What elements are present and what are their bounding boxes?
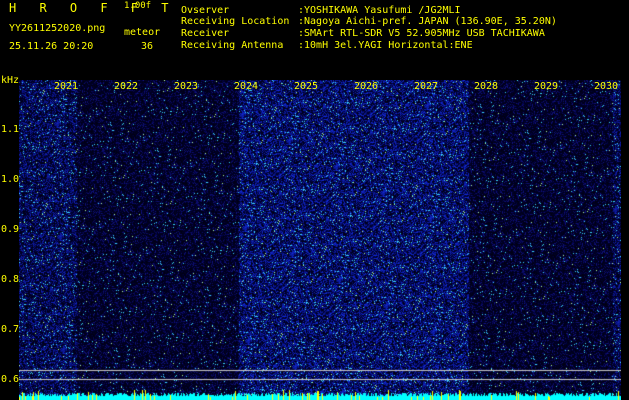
info-location: Receiving Location:Nagoya Aichi-pref. JA… (181, 16, 557, 27)
time-tick-label: 2025 (294, 81, 319, 92)
mode-label: meteor (124, 27, 161, 38)
y-tick-label: 0.9 (1, 224, 20, 235)
frequency-unit-label: kHz (1, 75, 20, 86)
time-tick-label: 2021 (54, 81, 79, 92)
y-tick-label: 0.8 (1, 274, 20, 285)
y-tick-label: 1.1 (1, 124, 20, 135)
datetime-label: 25.11.26 20:20 (9, 41, 94, 52)
info-observer: Ovserver:YOSHIKAWA Yasufumi /JG2MLI (181, 5, 461, 16)
time-tick-label: 2028 (474, 81, 499, 92)
time-tick-label: 2029 (534, 81, 559, 92)
time-tick-label: 2024 (234, 81, 259, 92)
info-receiver: Receiver:SMArt RTL-SDR V5 52.905MHz USB … (181, 28, 545, 39)
y-tick-label: 0.7 (1, 324, 20, 335)
time-tick-label: 2023 (174, 81, 199, 92)
time-tick-label: 2026 (354, 81, 379, 92)
time-tick-label: 2027 (414, 81, 439, 92)
spectrogram (19, 80, 621, 400)
filename-label: YY2611252020.png (9, 23, 106, 34)
time-tick-label: 2030 (594, 81, 619, 92)
app-logo: H R O F F T (9, 1, 177, 15)
version-label: 1.00f (124, 1, 152, 11)
y-tick-label: 0.6 (1, 374, 20, 385)
hrofft-window: H R O F F T 1.00f YY2611252020.png meteo… (0, 0, 629, 400)
info-antenna: Receiving Antenna:10mH 3el.YAGI Horizont… (181, 40, 473, 51)
y-tick-label: 1.0 (1, 174, 20, 185)
time-tick-label: 2022 (114, 81, 139, 92)
meteor-count: 36 (141, 41, 154, 52)
